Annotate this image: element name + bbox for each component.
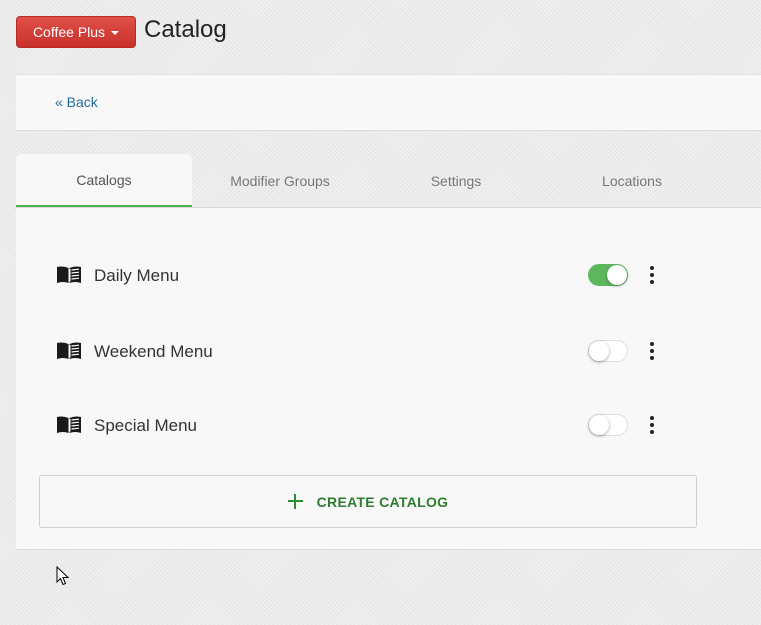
catalog-panel: Daily Menu Weekend Menu Special Menu CRE…	[16, 208, 761, 550]
catalog-row-daily-menu: Daily Menu	[56, 258, 676, 294]
back-bar: « Back	[16, 74, 761, 131]
toggle-knob	[607, 265, 627, 285]
catalog-name: Daily Menu	[94, 266, 180, 285]
catalog-row-special-menu: Special Menu	[56, 408, 676, 444]
tab-settings[interactable]: Settings	[368, 154, 544, 207]
create-catalog-label: CREATE CATALOG	[316, 493, 449, 510]
catalog-enabled-toggle[interactable]	[588, 414, 628, 436]
catalog-enabled-toggle[interactable]	[588, 264, 628, 286]
more-options-icon[interactable]	[644, 340, 660, 362]
more-options-icon[interactable]	[644, 264, 660, 286]
book-icon	[57, 342, 81, 359]
caret-down-icon	[111, 30, 120, 35]
book-icon	[57, 416, 81, 433]
brand-dropdown-button[interactable]: Coffee Plus	[16, 16, 136, 48]
tab-modifier-groups[interactable]: Modifier Groups	[192, 154, 368, 207]
plus-icon	[287, 494, 303, 509]
tab-bar: Catalogs Modifier Groups Settings Locati…	[16, 154, 761, 208]
catalog-name: Weekend Menu	[94, 342, 213, 361]
catalog-enabled-toggle[interactable]	[588, 340, 628, 362]
toggle-knob	[589, 341, 609, 361]
mouse-pointer-icon	[56, 566, 70, 586]
book-icon	[57, 266, 81, 283]
catalog-row-weekend-menu: Weekend Menu	[56, 334, 676, 370]
create-catalog-button[interactable]: CREATE CATALOG	[39, 475, 697, 528]
catalog-name: Special Menu	[94, 416, 198, 435]
toggle-knob	[589, 415, 609, 435]
page-title: Catalog	[144, 16, 227, 43]
tab-locations[interactable]: Locations	[544, 154, 720, 207]
more-options-icon[interactable]	[644, 414, 660, 436]
back-link[interactable]: « Back	[55, 94, 98, 110]
brand-label: Coffee Plus	[32, 24, 106, 40]
tab-catalogs[interactable]: Catalogs	[16, 154, 192, 207]
